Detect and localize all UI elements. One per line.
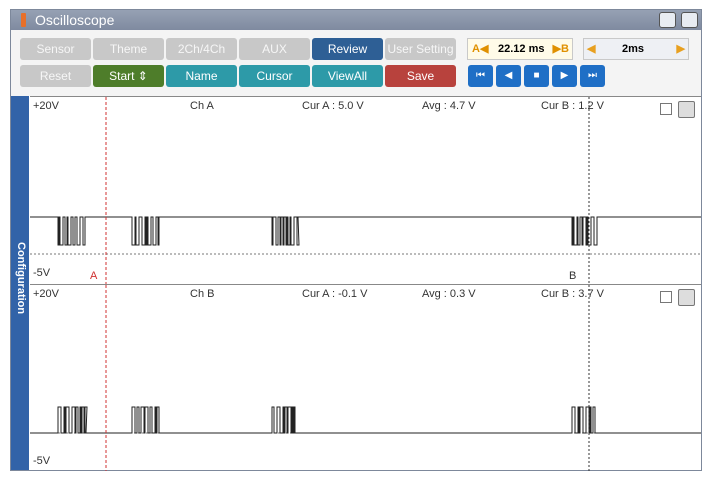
cursor-a-value: Cur A : 5.0 V xyxy=(302,100,364,112)
vmax-label: +20V xyxy=(33,288,59,300)
cursor-time: 22.12 ms xyxy=(498,43,545,55)
name-button[interactable]: Name xyxy=(166,65,237,87)
theme-button[interactable]: Theme xyxy=(93,38,164,60)
average-value: Avg : 0.3 V xyxy=(422,288,476,300)
save-button[interactable]: Save xyxy=(385,65,456,87)
app-icon xyxy=(21,13,26,27)
vmax-label: +20V xyxy=(33,100,59,112)
window-title: Oscilloscope xyxy=(35,12,115,28)
last-button[interactable]: ⏭ xyxy=(580,65,605,87)
previous-button[interactable]: ◀ xyxy=(496,65,521,87)
channel-name: Ch B xyxy=(190,288,215,300)
2ch-4ch-button[interactable]: 2Ch/4Ch xyxy=(166,38,237,60)
review-button[interactable]: Review xyxy=(312,38,383,60)
reset-button[interactable]: Reset xyxy=(20,65,91,87)
cursor-b-marker[interactable]: ▶B xyxy=(553,39,569,59)
cursor-b-value: Cur B : 3.7 V xyxy=(541,288,604,300)
vmin-label: -5V xyxy=(33,455,51,467)
channel-b-panel: +20V Ch B Cur A : -0.1 V Avg : 0.3 V Cur… xyxy=(30,284,701,471)
cursor-button[interactable]: Cursor xyxy=(239,65,310,87)
cursor-time-display[interactable]: A◀ 22.12 ms ▶B xyxy=(467,38,573,60)
channel-b-plot[interactable] xyxy=(30,285,701,471)
play-button[interactable]: ▶ xyxy=(552,65,577,87)
toolbar: Sensor Theme 2Ch/4Ch AUX Review User Setting R… xyxy=(11,30,701,96)
cursor-a-handle[interactable]: A xyxy=(90,270,97,282)
channel-b-maximize-button[interactable] xyxy=(678,289,695,306)
channel-a-panel: +20V Ch A Cur A : 5.0 V Avg : 4.7 V Cur … xyxy=(30,96,701,285)
configuration-tab[interactable]: Configuration xyxy=(11,96,29,470)
channel-b-checkbox[interactable] xyxy=(660,291,672,303)
cursor-b-value: Cur B : 1.2 V xyxy=(541,100,604,112)
timebase-control: ◀ 2ms ▶ xyxy=(583,38,689,60)
timebase-decrease-icon[interactable]: ◀ xyxy=(587,39,595,59)
signal-trace xyxy=(30,216,701,246)
cursor-a-value: Cur A : -0.1 V xyxy=(302,288,368,300)
channel-name: Ch A xyxy=(190,100,214,112)
vmin-label: -5V xyxy=(33,267,51,279)
timebase-increase-icon[interactable]: ▶ xyxy=(677,39,685,59)
channel-a-plot[interactable] xyxy=(30,97,701,285)
cursor-a-marker[interactable]: A◀ xyxy=(472,39,488,59)
stop-button[interactable]: ■ xyxy=(524,65,549,87)
sensor-button[interactable]: Sensor xyxy=(20,38,91,60)
start-button[interactable]: Start ⇕ xyxy=(93,65,164,87)
timebase-value: 2ms xyxy=(622,43,645,55)
oscilloscope-window: Oscilloscope Sensor Theme 2Ch/4Ch AUX Review… xyxy=(10,9,702,471)
first-button[interactable]: ⏮ xyxy=(468,65,493,87)
aux-button[interactable]: AUX xyxy=(239,38,310,60)
menu-icon[interactable] xyxy=(681,12,698,28)
signal-trace xyxy=(30,406,701,434)
viewall-button[interactable]: ViewAll xyxy=(312,65,383,87)
average-value: Avg : 4.7 V xyxy=(422,100,476,112)
channel-a-checkbox[interactable] xyxy=(660,103,672,115)
cursor-b-handle[interactable]: B xyxy=(569,270,576,282)
configuration-label: Configuration xyxy=(15,242,27,315)
restore-icon[interactable] xyxy=(659,12,676,28)
title-bar: Oscilloscope xyxy=(11,10,701,30)
user-setting-button[interactable]: User Setting xyxy=(385,38,456,60)
channel-a-maximize-button[interactable] xyxy=(678,101,695,118)
